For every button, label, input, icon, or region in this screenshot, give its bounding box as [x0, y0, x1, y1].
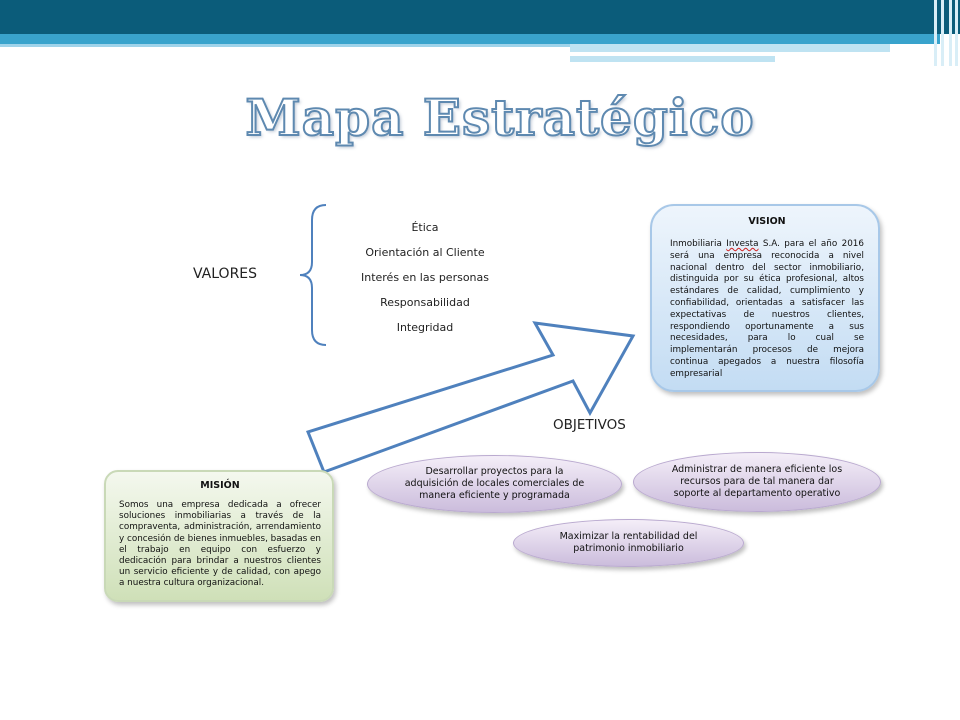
- objetivo-text: Administrar de manera eficiente los recu…: [671, 464, 843, 499]
- header-bar-dark: [0, 0, 960, 34]
- objetivo-ellipse: Maximizar la rentabilidad del patrimonio…: [513, 519, 744, 567]
- header-accent-bar: [570, 44, 890, 52]
- valor-item: Responsabilidad: [380, 296, 470, 309]
- objetivo-text: Maximizar la rentabilidad del patrimonio…: [559, 531, 698, 554]
- mision-text: Somos una empresa dedicada a ofrecer sol…: [119, 500, 321, 589]
- vision-text: Inmobiliaria Investa S.A. para el año 20…: [670, 239, 864, 381]
- valores-list: Ética Orientación al Cliente Interés en …: [340, 220, 510, 345]
- header-stripe: [955, 0, 958, 66]
- vision-box: VISION Inmobiliaria Investa S.A. para el…: [650, 204, 880, 392]
- spellcheck-flagged-word: Investa: [726, 239, 759, 249]
- vision-heading: VISION: [748, 216, 786, 227]
- header-bar-thin: [0, 44, 570, 47]
- header-stripe: [934, 0, 937, 66]
- header-bar-light: [0, 34, 940, 44]
- valor-item: Integridad: [396, 321, 454, 334]
- page-title: Mapa Estratégico: [244, 87, 755, 148]
- header-stripe: [949, 0, 952, 66]
- valor-item: Interés en las personas: [360, 271, 489, 284]
- objetivo-text: Desarrollar proyectos para la adquisició…: [404, 466, 585, 501]
- valores-label: VALORES: [193, 266, 258, 282]
- objetivo-ellipse: Desarrollar proyectos para la adquisició…: [367, 455, 622, 513]
- vision-text-end: S.A. para el año 2016 será una empresa r…: [670, 239, 864, 379]
- mision-box: MISIÓN Somos una empresa dedicada a ofre…: [104, 470, 334, 602]
- brace-shape: [299, 204, 327, 346]
- objetivo-ellipse: Administrar de manera eficiente los recu…: [633, 452, 881, 512]
- objetivos-label: OBJETIVOS: [553, 417, 626, 433]
- vision-text-start: Inmobiliaria: [670, 239, 727, 249]
- header-accent-bar-short: [570, 56, 775, 62]
- mision-heading: MISIÓN: [200, 480, 240, 491]
- valor-item: Orientación al Cliente: [365, 246, 485, 259]
- header-stripe: [941, 0, 944, 66]
- valor-item: Ética: [411, 221, 439, 234]
